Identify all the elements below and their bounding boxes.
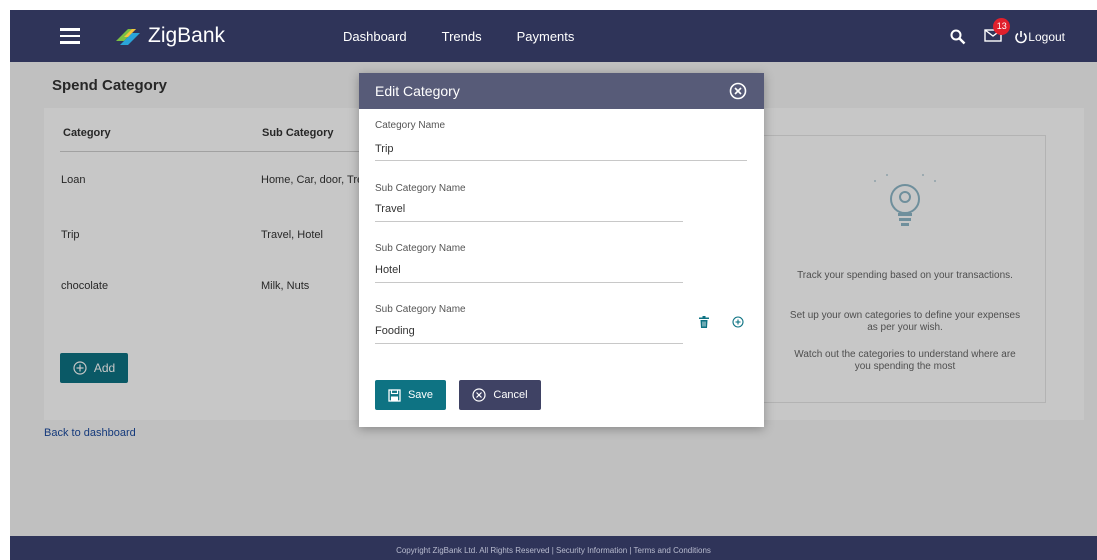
save-button-label: Save — [407, 389, 434, 401]
subcategory-input[interactable]: Travel — [375, 203, 405, 215]
subcategory-input[interactable]: Fooding — [375, 325, 415, 337]
trash-icon[interactable] — [698, 316, 710, 328]
search-icon[interactable] — [950, 29, 966, 45]
close-circle-icon — [472, 388, 486, 402]
save-button[interactable]: Save — [375, 380, 446, 410]
add-subcategory-icon[interactable] — [732, 316, 744, 328]
zigbank-logo-icon — [116, 29, 140, 45]
nav-payments[interactable]: Payments — [517, 29, 575, 44]
category-name-input[interactable]: Trip — [375, 143, 394, 155]
power-icon — [1015, 31, 1028, 44]
logout-label: Logout — [1028, 30, 1065, 44]
dialog-header: Edit Category — [359, 73, 764, 109]
edit-category-dialog: Edit Category Category Name Trip Sub Cat… — [359, 73, 764, 427]
subcategory-label: Sub Category Name — [375, 304, 466, 315]
input-underline — [375, 160, 747, 161]
close-icon[interactable] — [729, 82, 747, 100]
notification-badge: 13 — [993, 17, 1011, 35]
main-nav: Dashboard Trends Payments — [343, 10, 609, 62]
hamburger-menu-icon[interactable] — [60, 28, 80, 44]
cancel-button[interactable]: Cancel — [459, 380, 541, 410]
subcategory-input[interactable]: Hotel — [375, 264, 401, 276]
messages-button[interactable]: 13 — [984, 17, 1011, 47]
footer-text[interactable]: Copyright ZigBank Ltd. All Rights Reserv… — [396, 546, 711, 555]
input-underline — [375, 221, 683, 222]
floppy-disk-icon — [388, 388, 401, 402]
brand-logo[interactable]: ZigBank — [114, 22, 225, 50]
footer: Copyright ZigBank Ltd. All Rights Reserv… — [10, 536, 1097, 560]
top-navigation-bar: ZigBank Dashboard Trends Payments 13 Log… — [10, 10, 1097, 62]
subcategory-label: Sub Category Name — [375, 243, 466, 254]
subcategory-label: Sub Category Name — [375, 183, 466, 194]
nav-trends[interactable]: Trends — [442, 29, 482, 44]
nav-dashboard[interactable]: Dashboard — [343, 29, 407, 44]
input-underline — [375, 343, 683, 344]
cancel-button-label: Cancel — [493, 389, 528, 401]
logout-button[interactable]: Logout — [1014, 30, 1065, 44]
input-underline — [375, 282, 683, 283]
header-actions: 13 Logout — [950, 17, 1065, 50]
category-name-label: Category Name — [375, 120, 446, 131]
brand-name: ZigBank — [148, 24, 226, 47]
dialog-title: Edit Category — [375, 83, 460, 99]
